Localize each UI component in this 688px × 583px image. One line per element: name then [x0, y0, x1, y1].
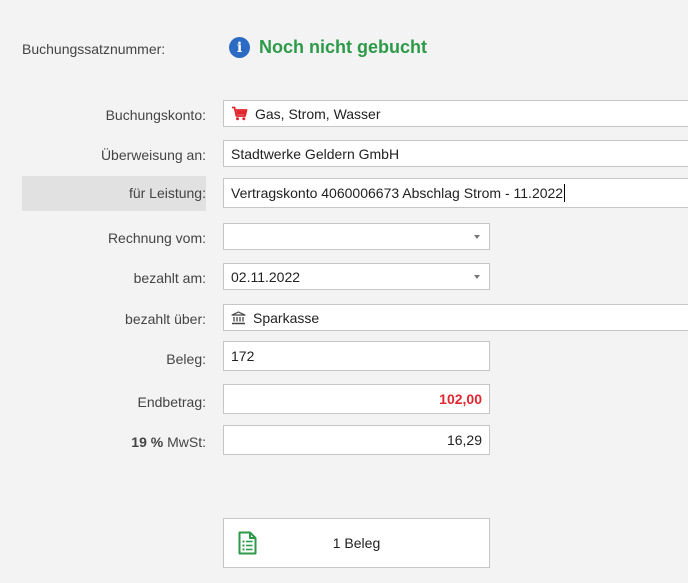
chevron-down-icon[interactable] — [474, 235, 480, 239]
paid-on-label: bezahlt am: — [133, 270, 206, 286]
total-label: Endbetrag: — [137, 394, 207, 410]
text-cursor — [564, 184, 566, 202]
transfer-to-label: Überweisung an: — [100, 147, 206, 163]
vat-field[interactable]: 16,29 — [223, 425, 490, 455]
paid-via-field[interactable]: Sparkasse — [223, 304, 688, 331]
vat-label-text: MwSt: — [163, 434, 206, 450]
shopping-cart-icon — [231, 106, 248, 121]
info-icon: i — [229, 37, 250, 58]
vat-value: 16,29 — [446, 432, 482, 448]
service-field[interactable]: Vertragskonto 4060006673 Abschlag Strom … — [223, 178, 688, 208]
vat-label: 19 % MwSt: — [20, 433, 206, 451]
transfer-to-value: Stadtwerke Geldern GmbH — [231, 145, 400, 162]
paid-via-value: Sparkasse — [253, 309, 320, 326]
invoice-date-dropdown[interactable] — [223, 223, 490, 250]
bank-icon — [231, 310, 246, 325]
account-value: Gas, Strom, Wasser — [255, 105, 381, 122]
receipts-button[interactable]: 1 Beleg — [223, 518, 490, 568]
receipt-field[interactable]: 172 — [223, 341, 490, 371]
transfer-to-field[interactable]: Stadtwerke Geldern GmbH — [223, 140, 688, 167]
account-field[interactable]: Gas, Strom, Wasser — [223, 100, 688, 127]
vat-rate: 19 % — [131, 434, 164, 450]
service-label: für Leistung: — [22, 176, 206, 211]
service-value: Vertragskonto 4060006673 Abschlag Strom … — [231, 185, 564, 201]
receipt-label: Beleg: — [166, 351, 206, 367]
total-field[interactable]: 102,00 — [223, 384, 490, 414]
booking-number-label: Buchungssatznummer: — [22, 41, 166, 57]
paid-via-label: bezahlt über: — [125, 311, 206, 327]
receipts-button-label: 1 Beleg — [332, 535, 381, 551]
receipt-value: 172 — [231, 348, 255, 364]
booking-status: i Noch nicht gebucht — [229, 37, 427, 58]
paid-on-value: 02.11.2022 — [231, 268, 301, 285]
booking-status-text: Noch nicht gebucht — [259, 37, 427, 57]
chevron-down-icon[interactable] — [474, 275, 480, 279]
total-value: 102,00 — [439, 391, 482, 407]
paid-on-dropdown[interactable]: 02.11.2022 — [223, 263, 490, 290]
invoice-date-label: Rechnung vom: — [107, 230, 206, 246]
account-label: Buchungskonto: — [105, 107, 206, 123]
